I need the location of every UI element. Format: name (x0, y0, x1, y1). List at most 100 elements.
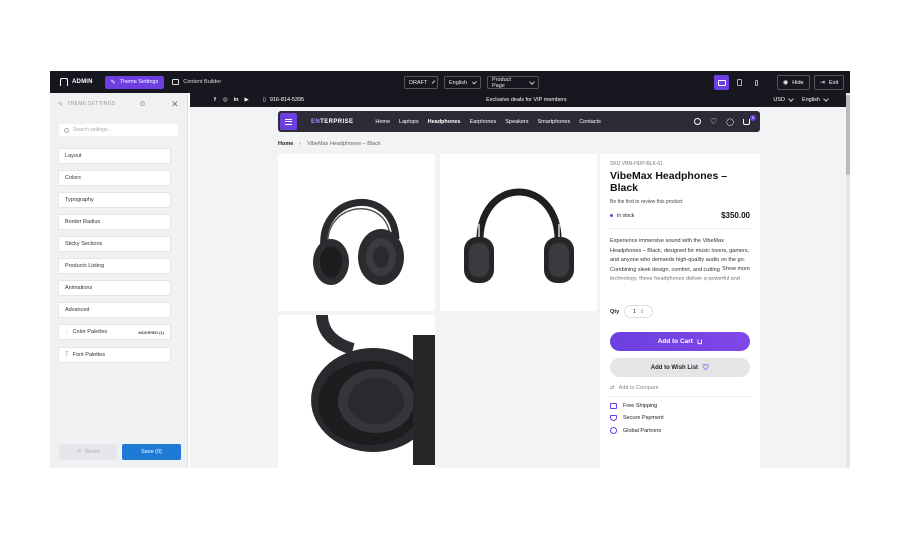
quantity-stepper[interactable]: 1 ⇕ (624, 305, 654, 318)
user-icon[interactable]: ◯ (726, 118, 734, 126)
promo-text: Exclusive deals for VIP members (486, 97, 567, 103)
add-to-wishlist-button[interactable]: Add to Wish List ♡ (610, 358, 750, 377)
content-builder-tab[interactable]: Content Builder (172, 79, 221, 85)
headphones-closeup-image (311, 315, 435, 465)
magento-logo-icon (60, 78, 68, 86)
modified-badge: MODIFIED (1) (138, 329, 164, 335)
save-label: Save (0) (141, 449, 162, 455)
status-value: DRAFT (409, 79, 428, 86)
menu-icon[interactable] (280, 113, 297, 130)
nav-headphones[interactable]: Headphones (428, 119, 461, 125)
nav-contacts[interactable]: Contacts (579, 119, 601, 125)
feature-item: Secure Payment (610, 415, 750, 421)
reset-label: Reset (85, 449, 100, 455)
page-select[interactable]: Product Page (487, 76, 539, 89)
chevron-down-icon (432, 79, 436, 84)
setting-label: Sticky Sections (65, 241, 103, 247)
nav-links: Home Laptops Headphones Earphones Speake… (375, 119, 601, 125)
globe-icon (610, 427, 617, 434)
color-palettes-label: Color Palettes (72, 329, 108, 335)
tablet-view-button[interactable] (732, 75, 747, 90)
stock-price-row: In stock $350.00 (610, 211, 750, 220)
hide-button[interactable]: ◉ Hide (777, 75, 810, 90)
nav-home[interactable]: Home (375, 119, 390, 125)
font-palettes-item[interactable]: T Font Palettes (58, 347, 171, 363)
breadcrumb: Home › VibeMax Headphones – Black (278, 141, 381, 147)
setting-item-animations[interactable]: Animations (58, 280, 171, 296)
color-palettes-item[interactable]: ◌ Color Palettes MODIFIED (1) (58, 324, 171, 340)
close-icon[interactable]: ✕ (171, 99, 179, 110)
status-select[interactable]: DRAFT (404, 76, 438, 89)
setting-item-advanced[interactable]: Advanced (58, 302, 171, 318)
chevron-down-icon (529, 78, 535, 85)
setting-label: Border Radius (65, 219, 101, 225)
admin-brand[interactable]: ADMIN (50, 78, 101, 86)
language-select[interactable]: English (444, 76, 481, 89)
heart-icon: ♡ (702, 363, 710, 372)
preview-scrollbar[interactable] (846, 93, 850, 468)
currency-value: USD (773, 97, 785, 103)
reset-button[interactable]: ↺ Reset (59, 444, 117, 460)
divider (610, 396, 750, 397)
add-to-wishlist-label: Add to Wish List (650, 364, 699, 371)
save-button[interactable]: Save (0) (122, 444, 181, 460)
linkedin-icon[interactable]: in (234, 97, 239, 103)
setting-item-sticky-sections[interactable]: Sticky Sections (58, 236, 171, 252)
feature-item: Free Shipping (610, 403, 750, 409)
monitor-icon (717, 79, 726, 86)
product-image-2[interactable] (440, 154, 597, 311)
currency-select[interactable]: USD (773, 96, 794, 103)
cart-icon[interactable]: 0 (743, 114, 756, 125)
setting-item-products-listing[interactable]: Products Listing (58, 258, 171, 274)
setting-item-colors[interactable]: Colors (58, 170, 171, 186)
instagram-icon[interactable]: ◎ (223, 97, 228, 103)
layout-icon (172, 79, 180, 85)
store-phone[interactable]: 916-814-5395 (270, 97, 304, 103)
exit-button[interactable]: ⇥ Exit (814, 75, 845, 90)
facebook-icon[interactable]: f (214, 97, 216, 103)
palette-icon: ◌ (65, 329, 69, 335)
theme-settings-tab[interactable]: ✎ Theme Settings (104, 75, 165, 89)
main-navigation: ENTERPRISE Home Laptops Headphones Earph… (278, 111, 760, 132)
desktop-view-button[interactable] (714, 75, 729, 90)
nav-earphones[interactable]: Earphones (470, 119, 497, 125)
product-title: VibeMax Headphones – Black (610, 170, 728, 194)
setting-item-border-radius[interactable]: Border Radius (58, 214, 171, 230)
add-to-cart-button[interactable]: Add to Cart ⊔ (610, 332, 750, 351)
font-icon: T (65, 352, 69, 358)
gear-icon[interactable]: ⚙ (139, 100, 146, 108)
admin-label: ADMIN (72, 79, 93, 85)
nav-laptops[interactable]: Laptops (399, 119, 419, 125)
heart-icon[interactable]: ♡ (710, 117, 717, 126)
product-details: SKU VBM-HDP-BLK-01 VibeMax Headphones – … (600, 154, 760, 468)
store-language-select[interactable]: English (802, 96, 829, 103)
review-link[interactable]: Be the first to review this product (610, 199, 750, 205)
nav-speakers[interactable]: Speakers (505, 119, 528, 125)
product-image-3[interactable] (278, 315, 435, 468)
search-icon[interactable] (693, 118, 701, 125)
setting-item-typography[interactable]: Typography (58, 192, 171, 208)
youtube-icon[interactable]: ▶ (245, 97, 249, 103)
setting-label: Layout (65, 153, 82, 159)
chevron-down-icon (472, 79, 477, 84)
feature-label: Secure Payment (623, 415, 664, 421)
scrollbar-thumb[interactable] (846, 95, 850, 175)
setting-item-layout[interactable]: Layout (58, 148, 171, 164)
setting-label: Animations (65, 285, 93, 291)
stepper-arrows-icon: ⇕ (640, 308, 645, 315)
brush-icon: ✎ (110, 79, 116, 86)
settings-search-input[interactable]: Search settings... (59, 124, 178, 136)
mobile-view-button[interactable] (749, 75, 764, 90)
nav-smartphones[interactable]: Smartphones (537, 119, 570, 125)
breadcrumb-separator-icon: › (299, 141, 302, 147)
logo-accent: EN (311, 118, 321, 125)
stock-dot-icon (610, 214, 613, 217)
headphones-front-image (464, 188, 574, 283)
cart-count-badge: 0 (750, 114, 756, 121)
show-more-link[interactable]: Show more (720, 266, 750, 272)
product-image-1[interactable] (278, 154, 435, 311)
add-to-compare-link[interactable]: ⇄ Add to Compare (610, 385, 750, 391)
store-logo[interactable]: ENTERPRISE (311, 119, 353, 125)
setting-label: Advanced (65, 307, 90, 313)
breadcrumb-home[interactable]: Home (278, 141, 293, 147)
